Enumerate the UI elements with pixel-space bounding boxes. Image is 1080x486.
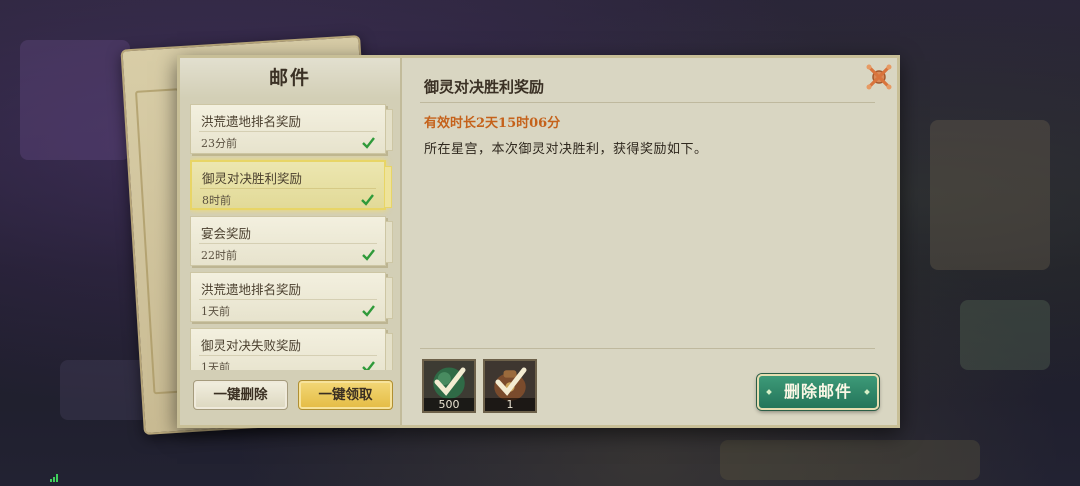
mail-item-time: 1天前 bbox=[201, 361, 230, 370]
claimed-check-icon bbox=[495, 367, 527, 396]
mail-item-time: 8时前 bbox=[202, 194, 231, 207]
mail-item-name: 御灵对决失败奖励 bbox=[201, 338, 302, 353]
claimed-check-icon bbox=[362, 137, 375, 149]
claimed-check-icon bbox=[434, 367, 466, 396]
reward-divider bbox=[420, 348, 875, 349]
claimed-check-icon bbox=[362, 361, 375, 370]
reward-quantity: 1 bbox=[485, 398, 535, 411]
mail-item-name: 洪荒遗地排名奖励 bbox=[201, 114, 302, 129]
mail-item-name: 御灵对决胜利奖励 bbox=[202, 171, 303, 186]
mail-list-column: 邮件 洪荒遗地排名奖励 23分前 御灵对决胜利奖励 8时前 宴会奖励 22时前 bbox=[180, 58, 402, 425]
mail-detail-title: 御灵对决胜利奖励 bbox=[424, 78, 545, 96]
mail-list[interactable]: 洪荒遗地排名奖励 23分前 御灵对决胜利奖励 8时前 宴会奖励 22时前 洪荒遗… bbox=[190, 104, 394, 370]
validity-text: 有效时长2天15时06分 bbox=[424, 116, 561, 131]
mail-item[interactable]: 御灵对决失败奖励 1天前 bbox=[190, 328, 393, 370]
mail-item-time: 22时前 bbox=[201, 249, 237, 262]
signal-icon bbox=[50, 474, 60, 482]
mail-item[interactable]: 洪荒遗地排名奖励 1天前 bbox=[190, 272, 393, 322]
mail-panel: 邮件 洪荒遗地排名奖励 23分前 御灵对决胜利奖励 8时前 宴会奖励 22时前 bbox=[177, 55, 900, 428]
claimed-check-icon bbox=[362, 249, 375, 261]
mail-item-name: 洪荒遗地排名奖励 bbox=[201, 282, 302, 297]
reward-item-jade[interactable]: 500 bbox=[422, 359, 476, 413]
mail-item-time: 23分前 bbox=[201, 137, 237, 150]
mail-body-text: 所在星宫，本次御灵对决胜利，获得奖励如下。 bbox=[424, 142, 708, 157]
mail-item[interactable]: 宴会奖励 22时前 bbox=[190, 216, 393, 266]
sparkle-icon bbox=[864, 389, 870, 395]
delete-all-button[interactable]: 一键删除 bbox=[193, 380, 288, 410]
title-divider bbox=[420, 102, 875, 103]
sparkle-icon bbox=[766, 389, 772, 395]
close-icon[interactable] bbox=[864, 62, 894, 92]
claim-all-button[interactable]: 一键领取 bbox=[298, 380, 393, 410]
delete-mail-button[interactable]: 删除邮件 bbox=[757, 374, 879, 410]
mail-item-selected[interactable]: 御灵对决胜利奖励 8时前 bbox=[190, 160, 392, 210]
claimed-check-icon bbox=[362, 305, 375, 317]
mail-item-time: 1天前 bbox=[201, 305, 230, 318]
reward-quantity: 500 bbox=[424, 398, 474, 411]
mail-panel-title: 邮件 bbox=[180, 58, 400, 98]
mail-item[interactable]: 洪荒遗地排名奖励 23分前 bbox=[190, 104, 393, 154]
claimed-check-icon bbox=[361, 194, 374, 206]
delete-mail-label: 删除邮件 bbox=[783, 382, 852, 401]
reward-item-bag[interactable]: 1 bbox=[483, 359, 537, 413]
mail-item-name: 宴会奖励 bbox=[201, 226, 252, 241]
